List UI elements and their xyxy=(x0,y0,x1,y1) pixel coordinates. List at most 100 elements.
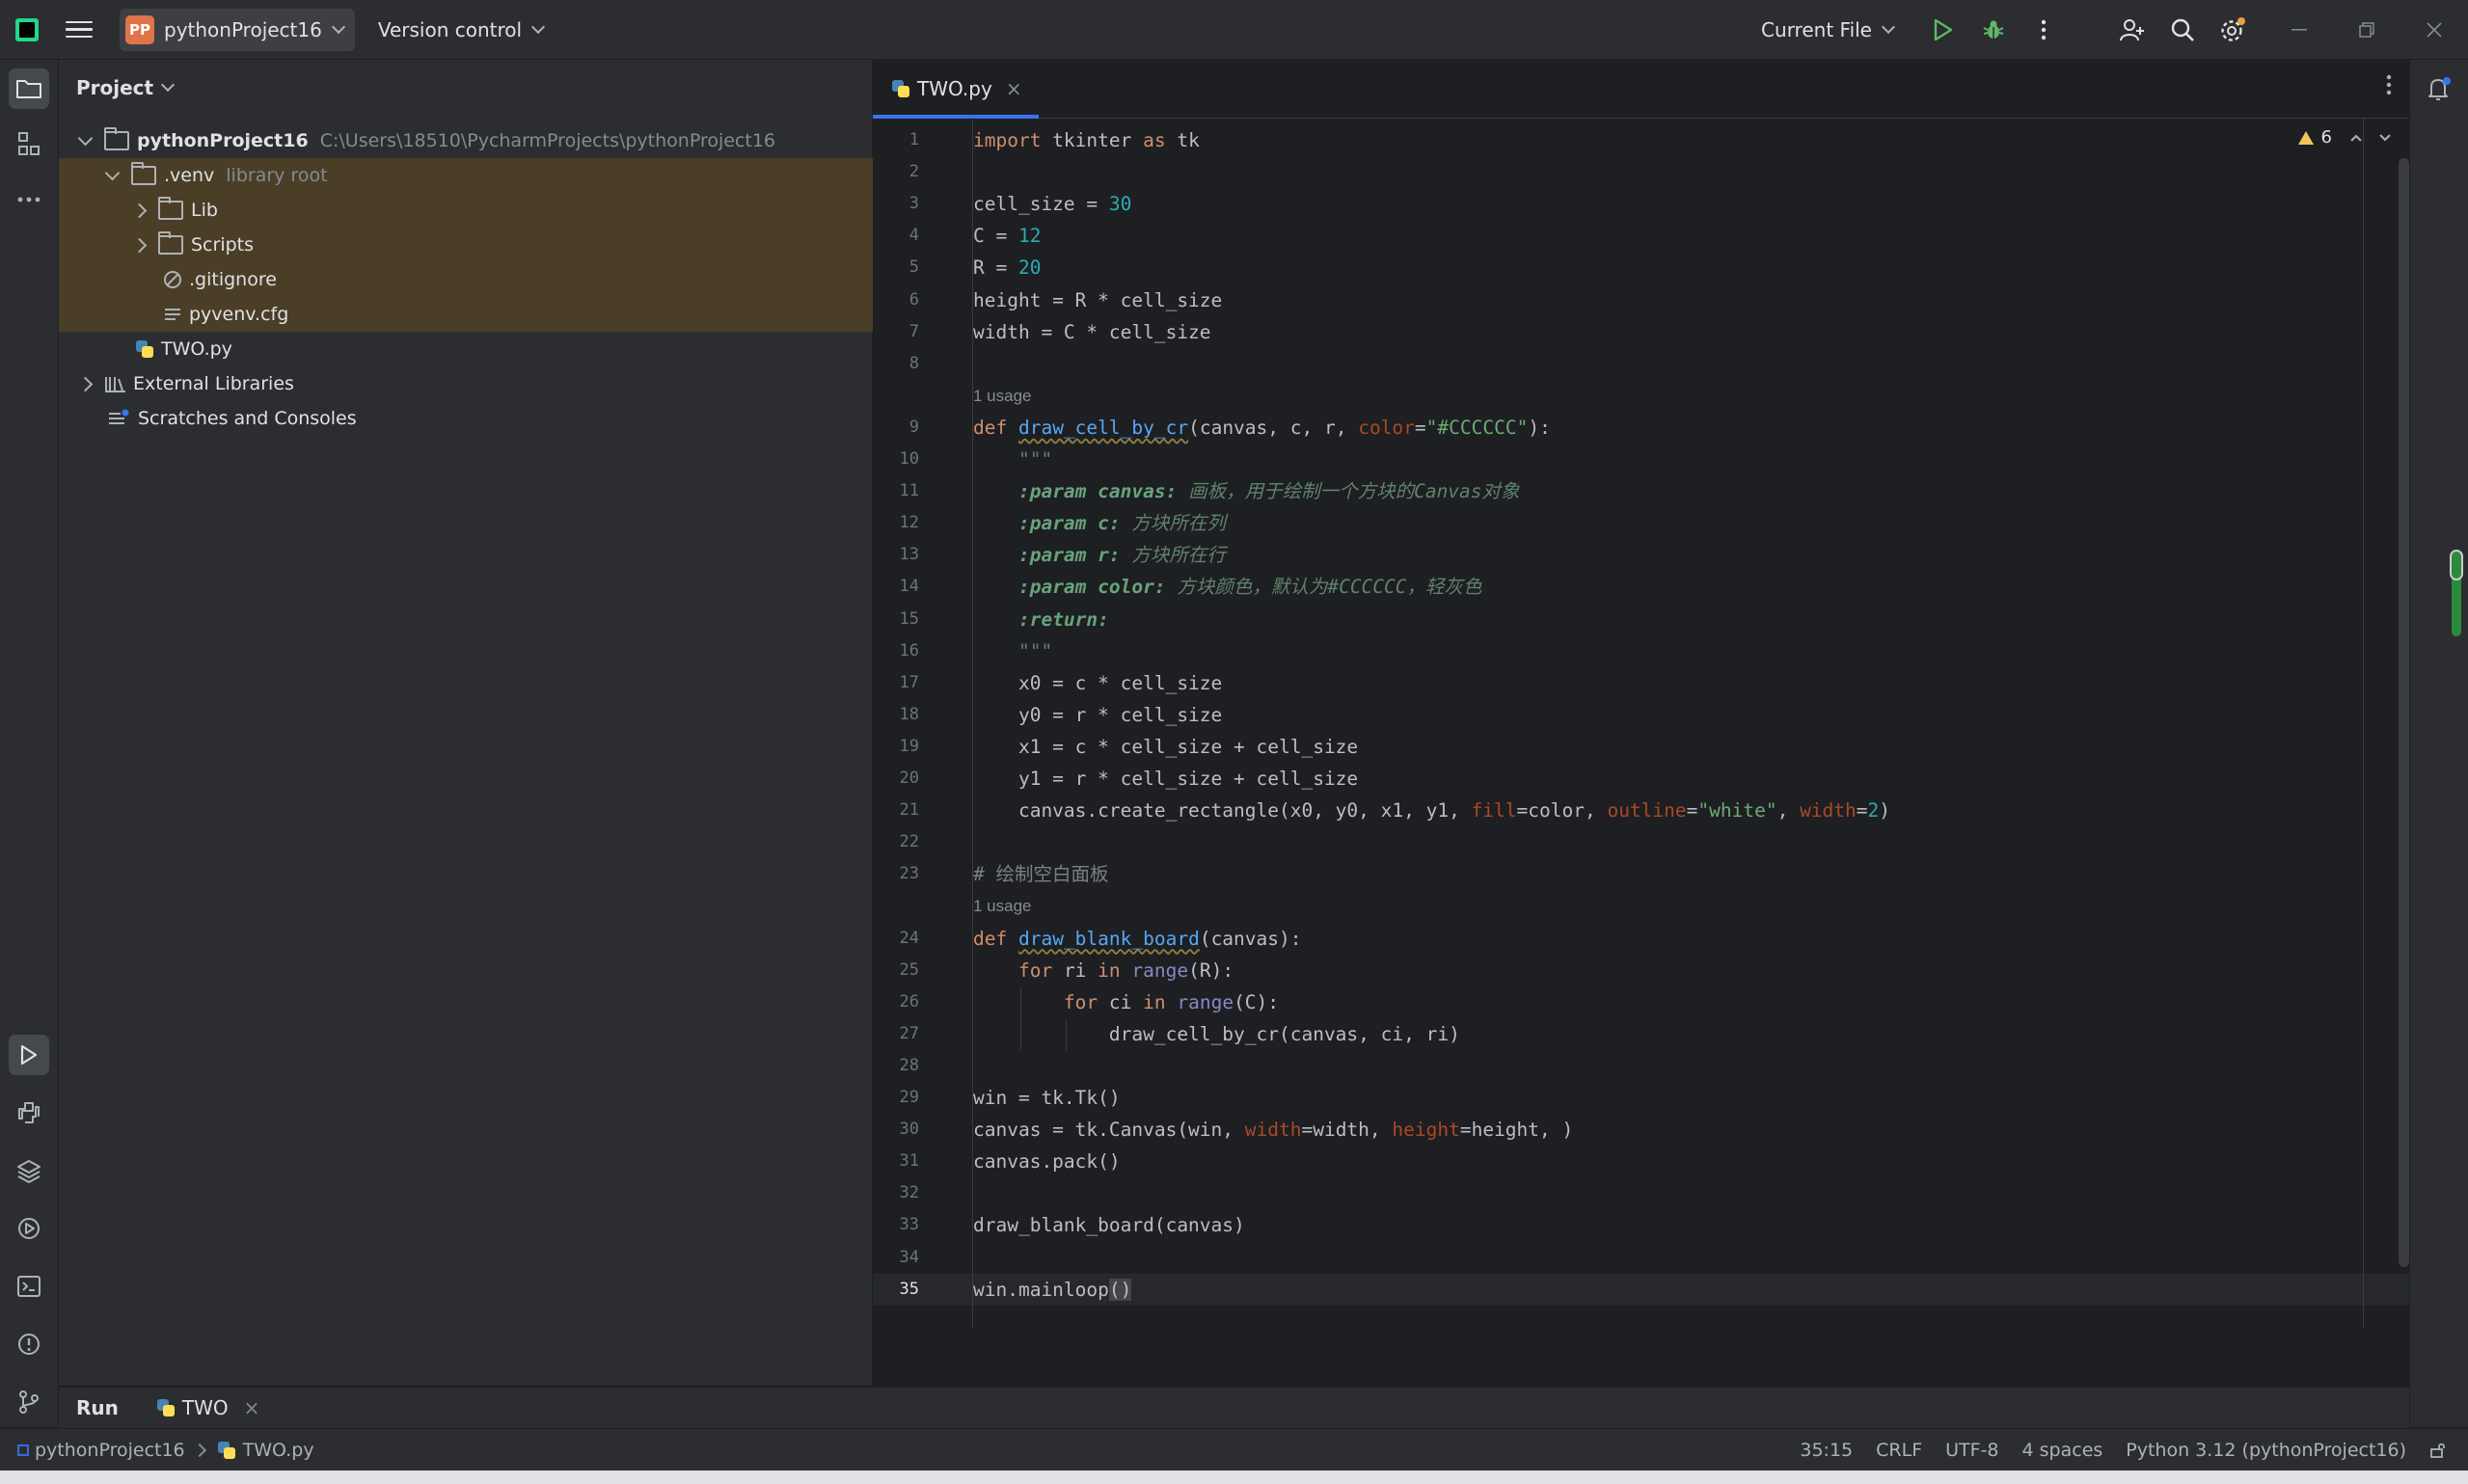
caret-position[interactable]: 35:15 xyxy=(1800,1440,1853,1461)
tree-item-label: Scripts xyxy=(191,234,255,256)
python-console-icon[interactable] xyxy=(9,1093,49,1133)
code-line[interactable]: canvas.pack() xyxy=(973,1146,1121,1177)
debug-icon[interactable] xyxy=(1968,0,2019,59)
breadcrumb: pythonProject16 TWO.py xyxy=(17,1440,314,1461)
code-line[interactable]: y0 = r * cell_size xyxy=(973,699,1222,731)
close-icon[interactable] xyxy=(2400,0,2468,59)
tree-item-scripts[interactable]: Scripts xyxy=(59,228,947,262)
chevron-up-icon[interactable] xyxy=(2349,133,2363,143)
code-text-area[interactable]: import tkinter as tk cell_size = 30 C = 12… xyxy=(973,118,2372,1328)
code-line[interactable]: import tkinter as tk xyxy=(973,124,1200,156)
more-horiz-icon[interactable] xyxy=(9,179,49,220)
services-icon[interactable] xyxy=(9,1208,49,1249)
settings-icon[interactable] xyxy=(2208,0,2258,59)
run-tool-icon[interactable] xyxy=(9,1035,49,1075)
tree-item-external-libraries[interactable]: External Libraries xyxy=(59,366,893,401)
restore-icon[interactable] xyxy=(2333,0,2400,59)
code-line[interactable]: width = C * cell_size xyxy=(973,316,1211,348)
main-menu-icon[interactable] xyxy=(66,20,93,39)
code-line[interactable]: canvas.create_rectangle(x0, y0, x1, y1, … xyxy=(973,795,1890,826)
code-line[interactable]: x1 = c * cell_size + cell_size xyxy=(973,731,1358,763)
code-line[interactable]: def draw_blank_board(canvas): xyxy=(973,923,1302,955)
scratches-icon xyxy=(109,409,129,424)
code-line[interactable]: cell_size = 30 xyxy=(973,188,1131,220)
tree-item-venv[interactable]: .venv library root xyxy=(59,158,920,193)
project-panel-title: Project xyxy=(76,76,154,99)
terminal-icon[interactable] xyxy=(9,1266,49,1307)
line-number: 26 xyxy=(899,991,919,1012)
code-line[interactable]: for ci in range(C): xyxy=(973,986,1279,1018)
run-config-selector[interactable]: Current File xyxy=(1761,18,1896,41)
close-tab-icon[interactable]: × xyxy=(244,1396,260,1419)
code-line[interactable]: :return: xyxy=(973,604,1109,635)
layers-icon[interactable] xyxy=(9,1150,49,1191)
tree-item-scratches[interactable]: Scratches and Consoles xyxy=(59,401,920,436)
code-line[interactable]: :param color: 方块颜色，默认为#CCCCCC，轻灰色 xyxy=(973,571,1482,603)
tree-item-note: library root xyxy=(226,165,328,186)
close-tab-icon[interactable]: × xyxy=(1006,77,1022,100)
git-icon[interactable] xyxy=(9,1382,49,1422)
usages-inlay-hint[interactable]: 1 usage xyxy=(973,890,1032,922)
pycharm-logo-icon xyxy=(15,17,39,41)
run-icon[interactable] xyxy=(1918,0,1968,59)
code-line[interactable]: canvas = tk.Canvas(win, width=width, hei… xyxy=(973,1114,1573,1146)
more-vert-icon[interactable] xyxy=(2019,0,2069,59)
code-line[interactable]: draw_cell_by_cr(canvas, ci, ri) xyxy=(973,1018,1460,1050)
breadcrumb-project[interactable]: pythonProject16 xyxy=(35,1440,185,1461)
more-vert-icon[interactable] xyxy=(2386,73,2392,100)
search-icon[interactable] xyxy=(2157,0,2208,59)
tree-item-gitignore[interactable]: .gitignore xyxy=(59,262,975,297)
chevron-right-icon[interactable] xyxy=(131,202,148,218)
tree-item-label: Lib xyxy=(191,200,218,221)
tab-two-py[interactable]: TWO.py × xyxy=(873,60,1039,119)
code-line[interactable]: # 绘制空白面板 xyxy=(973,858,1108,890)
code-line[interactable]: for ri in range(R): xyxy=(973,955,1234,986)
chevron-down-icon[interactable] xyxy=(2378,133,2392,143)
code-line[interactable]: x0 = c * cell_size xyxy=(973,667,1222,699)
tree-item-two-py[interactable]: TWO.py xyxy=(59,332,949,366)
code-line[interactable]: y1 = r * cell_size + cell_size xyxy=(973,763,1358,795)
chevron-down-icon[interactable] xyxy=(77,130,94,146)
code-line[interactable]: def draw_cell_by_cr(canvas, c, r, color=… xyxy=(973,412,1551,444)
tree-item-lib[interactable]: Lib xyxy=(59,193,947,228)
code-line[interactable]: :param c: 方块所在列 xyxy=(973,507,1226,539)
code-line[interactable]: draw_blank_board(canvas) xyxy=(973,1209,1245,1241)
notifications-icon[interactable] xyxy=(2419,68,2459,109)
code-line[interactable]: height = R * cell_size xyxy=(973,284,1222,316)
code-line[interactable]: R = 20 xyxy=(973,252,1041,283)
interpreter-selector[interactable]: Python 3.12 (pythonProject16) xyxy=(2126,1440,2406,1461)
tree-item-pyvenv-cfg[interactable]: pyvenv.cfg xyxy=(59,297,975,332)
code-line[interactable]: :param r: 方块所在行 xyxy=(973,539,1226,571)
chevron-right-icon[interactable] xyxy=(131,237,148,253)
code-line[interactable]: win.mainloop() xyxy=(973,1274,1132,1306)
project-panel-header[interactable]: Project xyxy=(59,60,872,116)
chevron-right-icon[interactable] xyxy=(77,376,94,391)
status-bar: pythonProject16 TWO.py 35:15 CRLF UTF-8 … xyxy=(0,1428,2468,1471)
code-line[interactable]: C = 12 xyxy=(973,220,1041,252)
minimize-icon[interactable] xyxy=(2265,0,2333,59)
line-number: 9 xyxy=(909,417,919,437)
project-tool-folder-icon[interactable] xyxy=(9,68,49,109)
code-line[interactable]: """ xyxy=(973,635,1052,667)
code-line[interactable]: """ xyxy=(973,444,1052,475)
usages-inlay-hint[interactable]: 1 usage xyxy=(973,380,1032,412)
code-line[interactable]: win = tk.Tk() xyxy=(973,1082,1121,1114)
code-line[interactable]: :param canvas: 画板，用于绘制一个方块的Canvas对象 xyxy=(973,475,1520,507)
problems-icon[interactable] xyxy=(9,1324,49,1364)
run-tab-two[interactable]: TWO × xyxy=(156,1396,260,1419)
project-switcher[interactable]: PP pythonProject16 xyxy=(120,8,355,51)
file-encoding[interactable]: UTF-8 xyxy=(1945,1440,1998,1461)
chevron-down-icon[interactable] xyxy=(104,165,121,180)
tree-item-project-root[interactable]: pythonProject16 C:\Users\18510\PycharmPr… xyxy=(59,123,893,158)
scrollbar-thumb[interactable] xyxy=(2399,158,2409,1267)
inspection-widget[interactable]: 6 xyxy=(2297,127,2392,148)
editor-scrollbar[interactable] xyxy=(2399,158,2409,1267)
add-user-icon[interactable] xyxy=(2107,0,2157,59)
breadcrumb-file[interactable]: TWO.py xyxy=(243,1440,314,1461)
indent-setting[interactable]: 4 spaces xyxy=(2022,1440,2103,1461)
run-panel-title[interactable]: Run xyxy=(76,1396,119,1419)
version-control-menu[interactable]: Version control xyxy=(368,9,553,51)
line-ending[interactable]: CRLF xyxy=(1876,1440,1922,1461)
readonly-lock-icon[interactable] xyxy=(2429,1442,2447,1459)
structure-icon[interactable] xyxy=(9,123,49,164)
